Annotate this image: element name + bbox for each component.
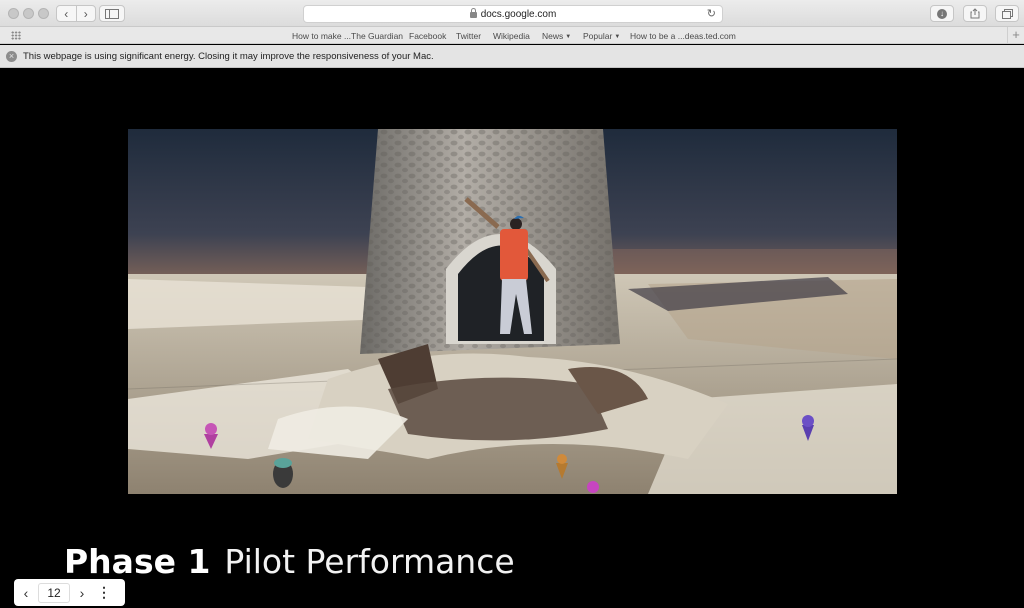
more-vertical-icon: ⋮ [97, 584, 111, 600]
favorites-bar: How to make ...The Guardian Facebook Twi… [0, 27, 1024, 44]
reload-icon[interactable]: ↻ [707, 7, 716, 20]
slide-title-subject: Pilot Performance [224, 542, 515, 581]
show-tabs-button[interactable] [995, 5, 1019, 22]
zoom-window-button[interactable] [38, 8, 49, 19]
slide-number-field[interactable]: 12 [38, 582, 70, 603]
chevron-left-icon: ‹ [23, 584, 29, 601]
share-icon [970, 8, 980, 19]
energy-warning-text: This webpage is using significant energy… [23, 50, 434, 62]
forward-button[interactable]: › [75, 6, 96, 21]
chevron-right-icon: › [83, 6, 88, 21]
address-bar[interactable]: docs.google.com ↻ [303, 5, 723, 23]
close-banner-icon[interactable]: × [6, 50, 17, 62]
chevron-right-icon: › [79, 584, 85, 601]
photogrammetry-scene-image [128, 129, 897, 494]
share-button[interactable] [963, 5, 987, 22]
slide-navigation: ‹ 12 › ⋮ [14, 579, 125, 606]
slide-title-phase: Phase 1 [64, 542, 211, 581]
back-button[interactable]: ‹ [57, 6, 76, 21]
downloads-button[interactable]: ↓ [930, 5, 954, 22]
favorite-popular-folder[interactable]: Popular ▼ [583, 31, 620, 41]
energy-warning-banner: × This webpage is using significant ener… [0, 45, 1024, 68]
close-window-button[interactable] [8, 8, 19, 19]
lock-icon [469, 8, 477, 18]
sidebar-icon [105, 8, 119, 19]
favorite-guardian[interactable]: How to make ...The Guardian [292, 31, 403, 41]
favorite-ted[interactable]: How to be a ...deas.ted.com [630, 31, 736, 41]
chevron-left-icon: ‹ [64, 6, 69, 21]
favorites-grid-icon[interactable] [11, 31, 21, 40]
chevron-down-icon: ▼ [614, 34, 621, 40]
download-icon: ↓ [937, 8, 947, 19]
chevron-down-icon: ▼ [565, 34, 572, 40]
previous-slide-button[interactable]: ‹ [14, 585, 38, 601]
favorite-news-folder[interactable]: News ▼ [542, 31, 571, 41]
minimize-window-button[interactable] [23, 8, 34, 19]
sidebar-toggle-button[interactable] [99, 5, 125, 22]
slide-title: Phase 1 Pilot Performance [64, 542, 515, 581]
favorite-twitter[interactable]: Twitter [456, 31, 481, 41]
favorite-facebook[interactable]: Facebook [409, 31, 446, 41]
back-forward-group: ‹ › [56, 5, 96, 22]
plus-icon: + [1012, 27, 1020, 42]
presentation-slide: Phase 1 Pilot Performance ‹ 12 › ⋮ [0, 68, 1024, 608]
new-tab-button[interactable]: + [1007, 27, 1024, 44]
address-bar-url: docs.google.com [480, 8, 557, 20]
favorite-wikipedia[interactable]: Wikipedia [493, 31, 530, 41]
next-slide-button[interactable]: › [70, 585, 94, 601]
tabs-overview-icon [1001, 8, 1013, 19]
more-options-button[interactable]: ⋮ [94, 584, 114, 601]
browser-toolbar: ‹ › docs.google.com ↻ ↓ [0, 0, 1024, 27]
